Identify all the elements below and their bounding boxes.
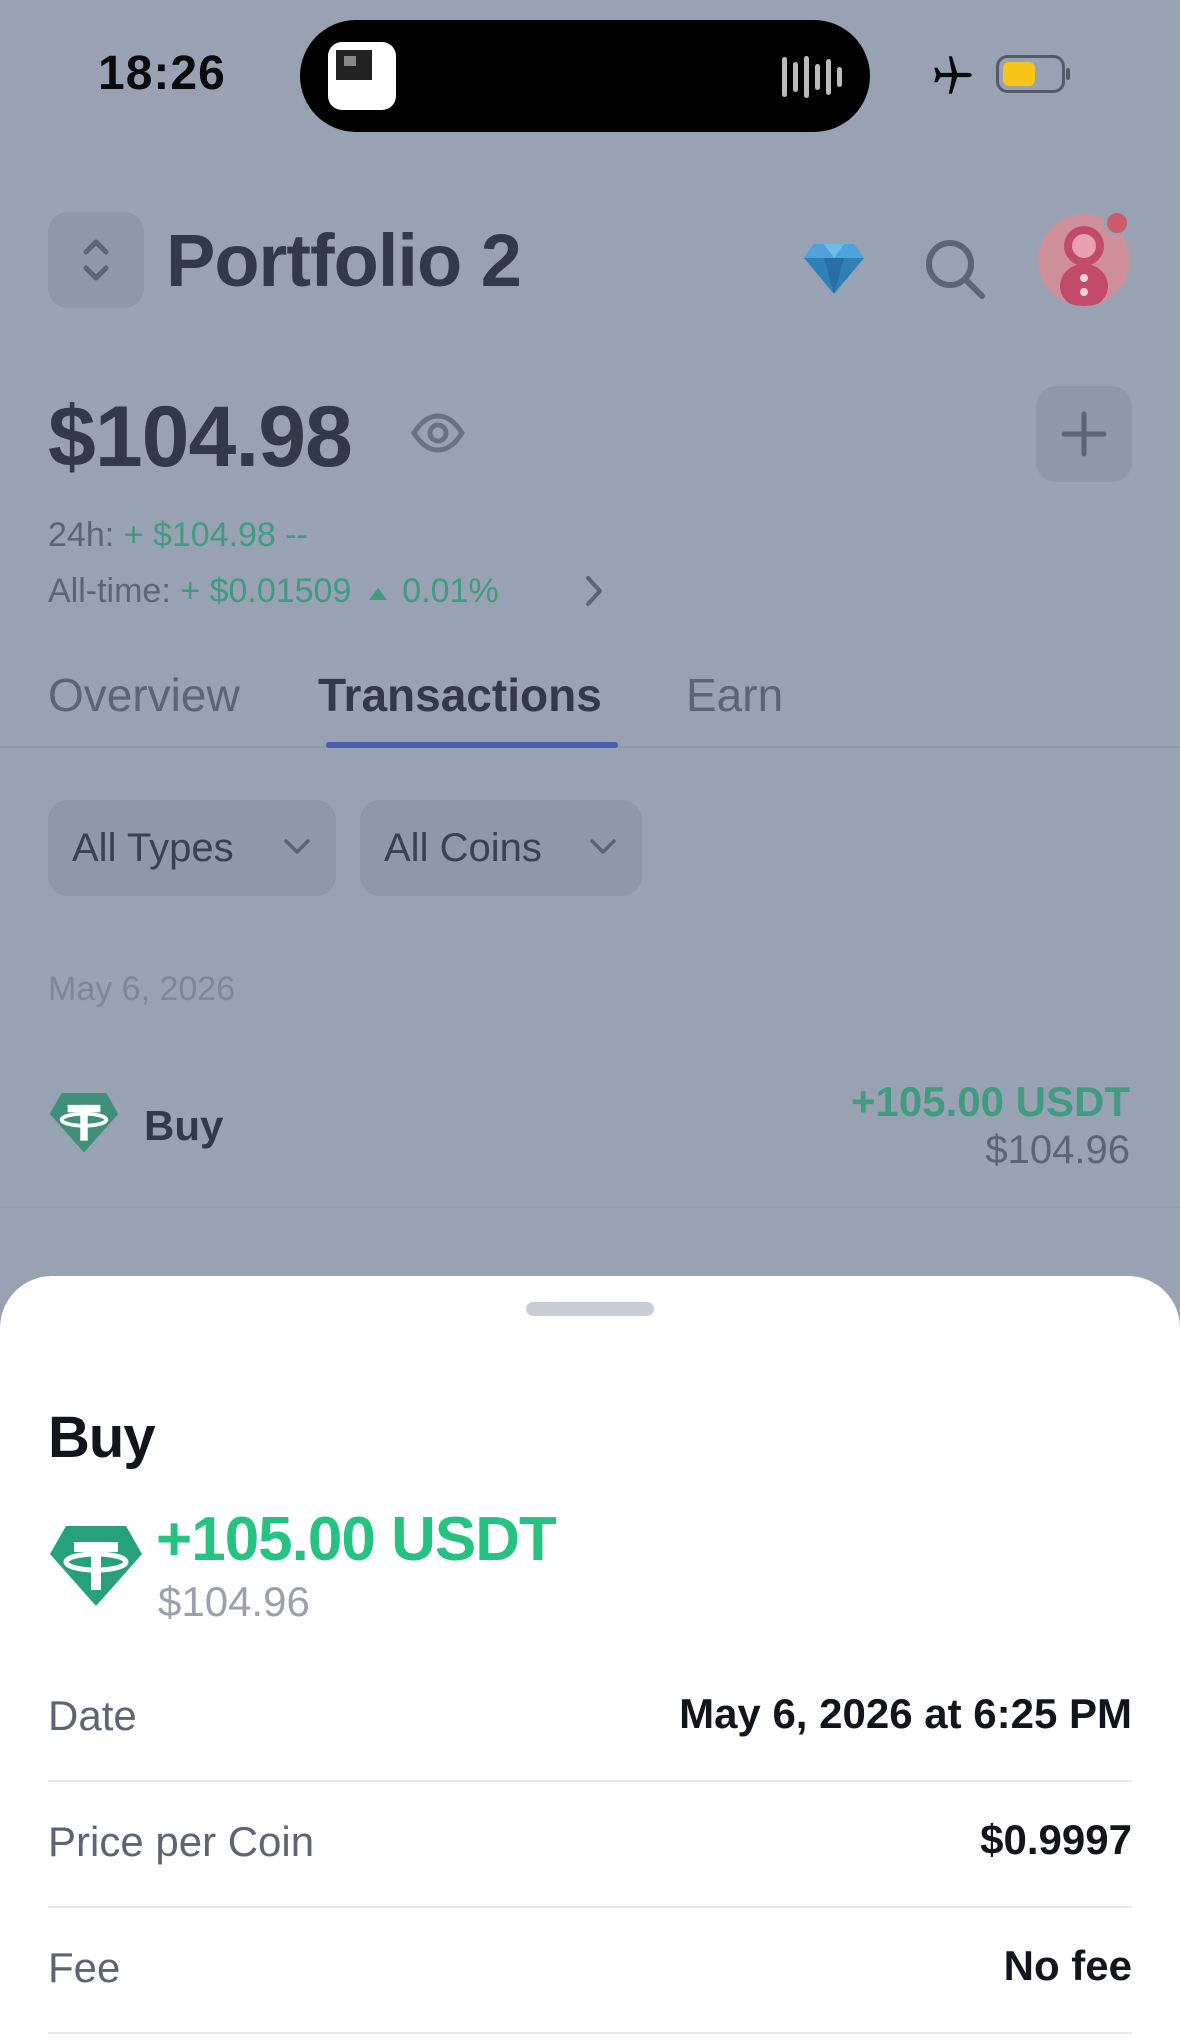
tab-transactions[interactable]: Transactions (318, 668, 602, 722)
change-24h: 24h: + $104.98 -- (48, 516, 308, 555)
add-transaction-button[interactable] (1036, 386, 1132, 482)
notification-dot (1104, 210, 1130, 236)
detail-value: No fee (1003, 1942, 1132, 1989)
detail-row-fee: Fee No fee (48, 1908, 1132, 2034)
chevron-up-down-icon (83, 239, 109, 281)
battery-icon (996, 55, 1070, 93)
tab-bar: Overview Transactions Earn (0, 660, 1180, 748)
tether-icon (49, 1092, 119, 1153)
all-time-percent: 0.01% (402, 572, 499, 610)
chevron-right-icon[interactable] (580, 572, 608, 610)
portfolio-switcher-button[interactable] (48, 212, 144, 308)
tab-earn[interactable]: Earn (686, 668, 783, 722)
active-tab-indicator (326, 742, 618, 748)
coin-filter-dropdown[interactable]: All Coins (360, 800, 642, 896)
type-filter-dropdown[interactable]: All Types (48, 800, 336, 896)
detail-row-price: Price per Coin $0.9997 (48, 1782, 1132, 1908)
type-filter-label: All Types (72, 826, 234, 870)
chevron-down-icon (284, 839, 310, 854)
detail-label: Price per Coin (48, 1818, 315, 1865)
eye-visibility-icon[interactable] (410, 408, 466, 458)
app-screen: 18:26 Portfolio 2 $104.98 24h: + $104.98… (0, 0, 1180, 2040)
transaction-date-header: May 6, 2026 (48, 970, 236, 1008)
all-time-change[interactable]: All-time: + $0.01509 0.01% (48, 572, 499, 611)
detail-value: May 6, 2026 at 6:25 PM (679, 1690, 1132, 1737)
page-title: Portfolio 2 (166, 219, 522, 302)
all-time-label: All-time: (48, 572, 171, 610)
transaction-amount: +105.00 USDT (851, 1078, 1130, 1125)
transaction-row[interactable]: Buy +105.00 USDT $104.96 (0, 1052, 1180, 1208)
change-24h-label: 24h: (48, 516, 115, 554)
diamond-premium-icon[interactable] (802, 240, 866, 296)
change-24h-value: + $104.98 -- (123, 516, 308, 554)
detail-label: Date (48, 1692, 137, 1739)
triangle-up-icon (368, 588, 387, 600)
dynamic-island[interactable] (300, 20, 870, 132)
now-playing-artwork (328, 42, 396, 110)
detail-label: Fee (48, 1944, 121, 1991)
tab-overview[interactable]: Overview (48, 668, 240, 722)
transaction-fiat-value: $104.96 (985, 1128, 1130, 1172)
chevron-down-icon (590, 839, 616, 854)
audio-waveform-icon (782, 54, 842, 100)
sheet-drag-handle[interactable] (526, 1302, 654, 1316)
sheet-title: Buy (48, 1405, 156, 1470)
coin-filter-label: All Coins (384, 826, 542, 870)
total-balance: $104.98 (48, 389, 353, 485)
tether-icon (50, 1526, 142, 1606)
search-icon[interactable] (922, 236, 988, 302)
status-time: 18:26 (98, 47, 226, 100)
airplane-mode-icon (934, 56, 972, 94)
detail-value: $0.9997 (980, 1816, 1132, 1863)
all-time-value: + $0.01509 (180, 572, 352, 610)
sheet-fiat-value: $104.96 (158, 1578, 310, 1625)
detail-row-date: Date May 6, 2026 at 6:25 PM (48, 1656, 1132, 1782)
transaction-type: Buy (144, 1102, 224, 1149)
sheet-amount: +105.00 USDT (156, 1505, 557, 1574)
plus-icon (1061, 411, 1107, 457)
